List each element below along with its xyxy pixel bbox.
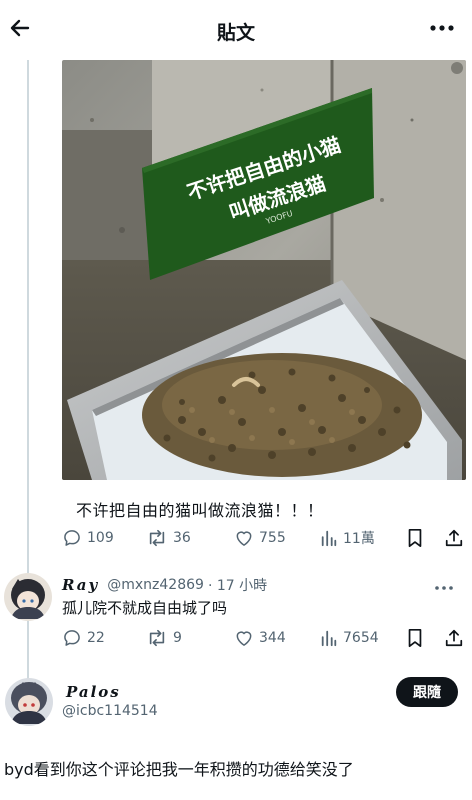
- comment-icon: [64, 630, 80, 646]
- avatar[interactable]: [4, 573, 52, 621]
- reply-button[interactable]: 109: [62, 526, 114, 550]
- comment-icon: [64, 530, 80, 546]
- reply-author-handle[interactable]: @mxnz42869: [107, 577, 204, 593]
- share-button[interactable]: [444, 526, 464, 550]
- cat-food-pile: [142, 353, 422, 477]
- bookmark-icon: [408, 528, 422, 548]
- quote-author-handle[interactable]: @icbc114514: [62, 703, 158, 719]
- repost-icon: [149, 629, 165, 647]
- follow-button[interactable]: 跟隨: [396, 677, 458, 707]
- top-bar: 貼文: [0, 0, 472, 60]
- quote-author-name[interactable]: Palos: [66, 683, 121, 701]
- repost-count: 36: [173, 530, 191, 546]
- repost-button[interactable]: 9: [146, 626, 182, 650]
- like-button[interactable]: 344: [234, 626, 286, 650]
- share-button[interactable]: [444, 626, 464, 650]
- post-text: 不许把自由的猫叫做流浪猫！！！: [76, 501, 324, 520]
- heart-icon: [236, 631, 252, 646]
- bookmark-button[interactable]: [406, 626, 424, 650]
- post-image[interactable]: 不许把自由的小猫 叫做流浪猫 YOOFU: [62, 60, 466, 480]
- repost-count: 9: [173, 630, 182, 646]
- reply-timestamp: · 17 小時: [207, 578, 268, 594]
- page-title: 貼文: [216, 22, 255, 44]
- bar-chart-icon: [321, 630, 337, 647]
- reply-action-bar: 22 9 344 7654: [62, 626, 468, 650]
- reply-count: 109: [87, 530, 114, 546]
- reply-text: 孤儿院不就成自由城了吗: [62, 599, 228, 617]
- reply-header: Ray @mxnz42869 · 17 小時: [62, 575, 267, 595]
- avatar[interactable]: [5, 678, 53, 726]
- view-count: 11萬: [343, 531, 375, 547]
- more-horizontal-icon: [435, 586, 453, 590]
- bookmark-button[interactable]: [406, 526, 424, 550]
- reply-button[interactable]: 22: [62, 626, 105, 650]
- more-horizontal-icon: [430, 25, 454, 31]
- quote-body-text: byd看到你这个评论把我一年积攒的功德给笑没了: [4, 760, 354, 779]
- view-count: 7654: [343, 630, 379, 646]
- share-icon: [445, 529, 463, 547]
- like-count: 344: [259, 630, 286, 646]
- heart-icon: [236, 531, 252, 546]
- more-options-button[interactable]: [424, 14, 460, 42]
- reply-more-button[interactable]: [434, 576, 458, 594]
- reply-count: 22: [87, 630, 105, 646]
- repost-icon: [149, 529, 165, 547]
- post-action-bar: 109 36 755 11萬: [62, 526, 468, 550]
- share-icon: [445, 629, 463, 647]
- views-button[interactable]: 11萬: [320, 526, 375, 550]
- bar-chart-icon: [321, 530, 337, 547]
- bookmark-icon: [408, 628, 422, 648]
- views-button[interactable]: 7654: [320, 626, 379, 650]
- reply-author-name[interactable]: Ray: [62, 576, 99, 594]
- repost-button[interactable]: 36: [146, 526, 191, 550]
- like-button[interactable]: 755: [234, 526, 286, 550]
- like-count: 755: [259, 530, 286, 546]
